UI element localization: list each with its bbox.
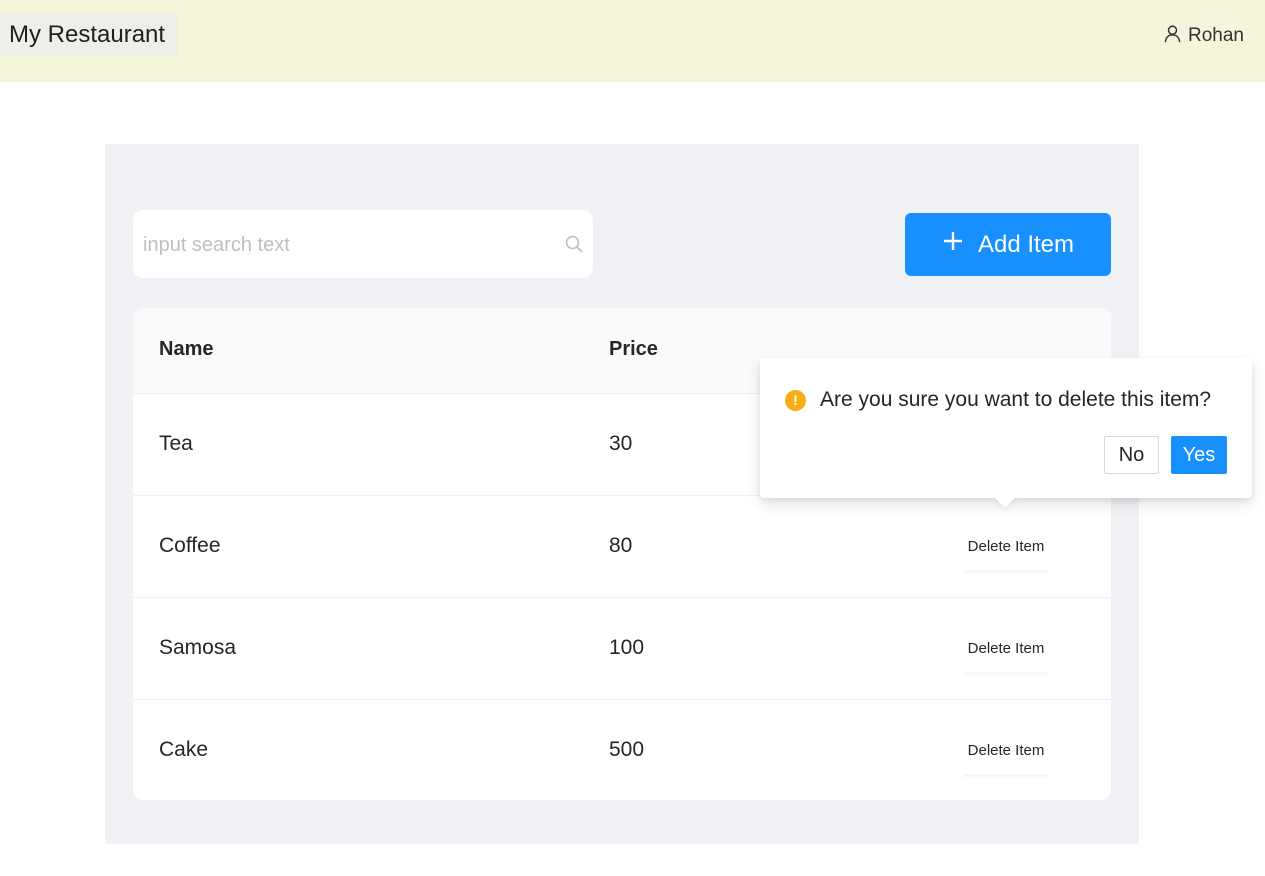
item-price: 30 — [609, 432, 633, 455]
search-box[interactable] — [133, 210, 593, 280]
delete-item-button[interactable]: Delete Item — [964, 738, 1048, 776]
item-price: 100 — [609, 636, 645, 659]
search-input[interactable] — [141, 210, 545, 280]
warning-icon: ! — [785, 389, 806, 411]
confirm-message: ! Are you sure you want to delete this i… — [785, 388, 1211, 412]
confirm-text: Are you sure you want to delete this ite… — [820, 388, 1212, 411]
item-name: Coffee — [159, 534, 221, 557]
user-icon — [1163, 24, 1182, 49]
user-name: Rohan — [1188, 25, 1244, 46]
top-header: My Restaurant Rohan — [0, 0, 1265, 82]
item-name: Samosa — [159, 636, 237, 659]
table-row: Cake 500 Delete Item — [133, 700, 1111, 800]
no-button[interactable]: No — [1104, 436, 1159, 474]
yes-button[interactable]: Yes — [1171, 436, 1227, 474]
plus-icon — [942, 230, 964, 259]
delete-confirm-popover: ! Are you sure you want to delete this i… — [760, 358, 1252, 508]
add-item-button[interactable]: Add Item — [905, 213, 1111, 276]
item-name: Cake — [159, 738, 209, 761]
column-header-price: Price — [609, 338, 658, 360]
delete-item-button[interactable]: Delete Item — [964, 534, 1048, 572]
search-icon[interactable] — [564, 234, 584, 254]
user-menu[interactable]: Rohan — [1163, 24, 1244, 48]
item-price: 500 — [609, 738, 645, 761]
table-row: Coffee 80 Delete Item — [133, 496, 1111, 598]
column-header-name: Name — [159, 338, 214, 360]
item-price: 80 — [609, 534, 633, 557]
delete-item-button[interactable]: Delete Item — [964, 636, 1048, 674]
add-item-label: Add Item — [977, 230, 1075, 258]
app-title[interactable]: My Restaurant — [0, 14, 177, 56]
table-row: Samosa 100 Delete Item — [133, 598, 1111, 700]
item-name: Tea — [159, 432, 193, 455]
